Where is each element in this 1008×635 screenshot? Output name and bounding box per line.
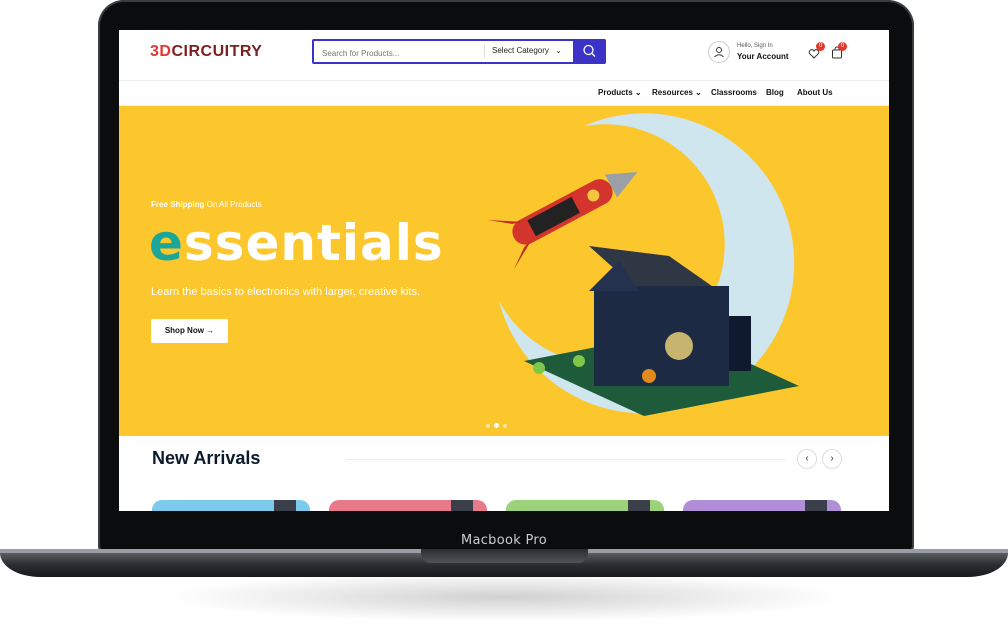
hero-tagline: Learn the basics to electronics with lar… <box>151 286 421 298</box>
hero-shipping-text: Free Shipping On All Products <box>151 200 262 209</box>
site-logo[interactable]: 3DCIRCUITRY <box>150 43 262 61</box>
hero-title: essentials <box>149 214 444 272</box>
hero-banner: Free Shipping On All Products essentials… <box>119 106 889 436</box>
product-badge <box>274 500 296 511</box>
slider-dot[interactable] <box>486 424 490 428</box>
site-header: 3DCIRCUITRY Select Category ⌄ Hello, Si <box>119 30 889 81</box>
nav-item-products[interactable]: Products ⌄ <box>598 88 642 97</box>
search-divider <box>484 45 485 58</box>
new-arrivals-title: New Arrivals <box>152 448 261 468</box>
wishlist-count-badge: 0 <box>816 42 825 51</box>
device-label: Macbook Pro <box>460 533 548 548</box>
browser-screen: 3DCIRCUITRY Select Category ⌄ Hello, Si <box>119 30 889 511</box>
product-badge <box>451 500 473 511</box>
logo-prefix: 3D <box>150 43 172 60</box>
house-body <box>594 286 729 386</box>
shop-now-button[interactable]: Shop Now → <box>151 319 228 343</box>
search-bar: Select Category ⌄ <box>312 39 606 64</box>
slider-dot-active[interactable] <box>494 423 499 428</box>
section-divider <box>346 459 786 460</box>
laptop-shadow <box>160 572 850 622</box>
slider-dot[interactable] <box>503 424 507 428</box>
search-icon <box>583 44 596 57</box>
product-badge <box>628 500 650 511</box>
chevron-down-icon: ⌄ <box>634 88 642 97</box>
user-icon <box>714 47 724 58</box>
nav-item-resources[interactable]: Resources ⌄ <box>652 88 702 97</box>
category-select[interactable]: Select Category ⌄ <box>492 46 562 55</box>
hero-product-image <box>487 113 799 416</box>
search-input[interactable] <box>320 44 474 62</box>
account-greeting: Hello, Sign In <box>737 43 773 49</box>
account-button[interactable] <box>708 41 730 63</box>
nav-item-blog[interactable]: Blog <box>766 88 784 97</box>
chevron-down-icon: ⌄ <box>555 46 562 55</box>
search-button[interactable] <box>573 39 606 64</box>
hero-slider-dots <box>484 415 509 433</box>
chevron-down-icon: ⌄ <box>695 88 702 97</box>
cart-count-badge: 0 <box>838 42 847 51</box>
arrow-right-icon: → <box>206 326 215 335</box>
logo-text: CIRCUITRY <box>171 43 263 60</box>
nav-item-about[interactable]: About Us <box>797 88 833 97</box>
next-arrow-button[interactable]: › <box>822 449 842 469</box>
nav-item-classrooms[interactable]: Classrooms <box>711 88 757 97</box>
laptop-notch <box>421 549 588 563</box>
account-link[interactable]: Your Account <box>737 52 789 61</box>
prev-arrow-button[interactable]: ‹ <box>797 449 817 469</box>
product-badge <box>805 500 827 511</box>
category-label: Select Category <box>492 46 549 55</box>
